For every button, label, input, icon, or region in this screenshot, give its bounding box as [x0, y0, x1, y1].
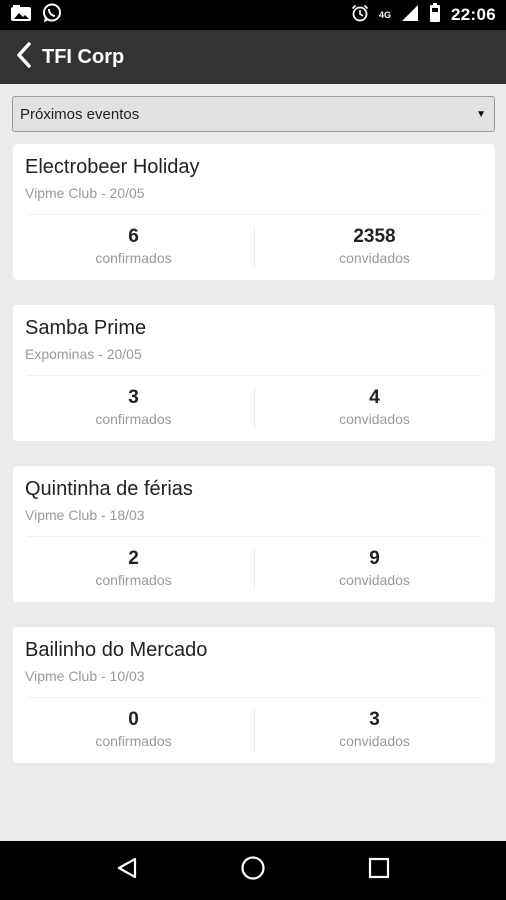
confirmed-label: confirmados — [95, 733, 172, 749]
event-venue-date: Vipme Club - 10/03 — [25, 668, 145, 684]
invited-stat: 2358 convidados — [254, 226, 495, 267]
event-venue-date: Expominas - 20/05 — [25, 346, 142, 362]
invited-label: convidados — [339, 572, 410, 588]
event-filter-value: Próximos eventos — [20, 105, 140, 123]
invited-count: 3 — [369, 709, 380, 730]
confirmed-count: 2 — [128, 548, 139, 569]
confirmed-stat: 6 confirmados — [13, 226, 254, 267]
invited-count: 2358 — [353, 226, 396, 247]
invited-stat: 3 convidados — [254, 709, 495, 750]
invited-stat: 9 convidados — [254, 548, 495, 589]
event-title: Quintinha de férias — [25, 478, 193, 500]
whatsapp-icon — [42, 3, 62, 28]
event-venue-date: Vipme Club - 20/05 — [25, 185, 145, 201]
dropdown-arrow-icon: ▼ — [476, 108, 486, 120]
card-divider — [27, 214, 481, 215]
event-card[interactable]: Quintinha de férias Vipme Club - 18/03 2… — [13, 466, 495, 602]
invited-count: 4 — [369, 387, 380, 408]
confirmed-stat: 0 confirmados — [13, 709, 254, 750]
card-divider — [27, 375, 481, 376]
event-title: Samba Prime — [25, 317, 147, 339]
triangle-back-icon — [115, 856, 139, 885]
app-bar: TFI Corp — [0, 30, 506, 84]
alarm-icon — [351, 4, 369, 27]
network-type: 4G — [379, 10, 392, 20]
page-title: TFI Corp — [42, 45, 125, 68]
back-button[interactable] — [10, 37, 38, 77]
signal-icon — [401, 4, 419, 27]
event-card[interactable]: Samba Prime Expominas - 20/05 3 confirma… — [13, 305, 495, 441]
square-recents-icon — [368, 857, 390, 884]
nav-recents-button[interactable] — [354, 846, 404, 896]
event-filter-dropdown[interactable]: Próximos eventos ▼ — [12, 96, 495, 132]
invited-label: convidados — [339, 250, 410, 266]
invited-label: convidados — [339, 733, 410, 749]
card-divider — [27, 697, 481, 698]
event-title: Bailinho do Mercado — [25, 639, 208, 661]
event-card[interactable]: Electrobeer Holiday Vipme Club - 20/05 6… — [13, 144, 495, 280]
event-card[interactable]: Bailinho do Mercado Vipme Club - 10/03 0… — [13, 627, 495, 763]
photo-notification-icon — [10, 4, 32, 27]
status-left — [10, 3, 62, 28]
confirmed-stat: 2 confirmados — [13, 548, 254, 589]
card-divider — [27, 536, 481, 537]
chevron-left-icon — [16, 41, 32, 73]
event-list-screen: Próximos eventos ▼ Electrobeer Holiday V… — [0, 84, 506, 841]
clock: 22:06 — [451, 5, 496, 24]
battery-icon — [429, 2, 441, 28]
confirmed-label: confirmados — [95, 572, 172, 588]
circle-home-icon — [240, 855, 266, 886]
confirmed-label: confirmados — [95, 250, 172, 266]
confirmed-count: 0 — [128, 709, 139, 730]
system-nav-bar — [0, 841, 506, 900]
invited-stat: 4 convidados — [254, 387, 495, 428]
confirmed-count: 6 — [128, 226, 139, 247]
invited-label: convidados — [339, 411, 410, 427]
confirmed-stat: 3 confirmados — [13, 387, 254, 428]
confirmed-count: 3 — [128, 387, 139, 408]
nav-home-button[interactable] — [228, 846, 278, 896]
event-title: Electrobeer Holiday — [25, 156, 200, 178]
confirmed-label: confirmados — [95, 411, 172, 427]
event-venue-date: Vipme Club - 18/03 — [25, 507, 145, 523]
status-right: 4G 22:06 — [351, 2, 496, 28]
invited-count: 9 — [369, 548, 380, 569]
nav-back-button[interactable] — [102, 846, 152, 896]
status-bar: 4G 22:06 — [0, 0, 506, 30]
